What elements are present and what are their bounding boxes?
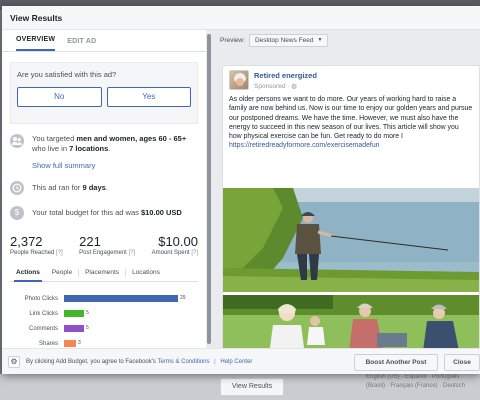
targeting-middle: who live in: [32, 144, 70, 153]
results-panel: OVERVIEW EDIT AD Are you satisfied with …: [2, 30, 206, 348]
chevron-down-icon: ▼: [317, 36, 323, 43]
preview-label: Preview:: [220, 36, 245, 44]
clock-icon: [10, 181, 24, 195]
scrollbar-thumb[interactable]: [207, 34, 211, 344]
people-reached-value: 2,372: [10, 234, 43, 249]
amount-spent-value: $10.00: [158, 234, 198, 249]
targeting-locations: 7 locations: [69, 144, 109, 153]
post-engagement-value: 221: [79, 234, 101, 249]
post-body: As older persons we want to do more. Our…: [223, 94, 479, 151]
bar-track: 29: [64, 295, 186, 302]
bar-track: 5: [64, 325, 182, 332]
footer-agreement-text: By clicking Add Budget, you agree to Fac…: [26, 358, 156, 365]
bar-track: 5: [64, 310, 182, 317]
bar-value-label: 3: [78, 340, 81, 346]
footer-separator: |: [214, 358, 216, 365]
bar-row: Link Clicks 5: [10, 307, 198, 320]
show-full-summary-link[interactable]: Show full summary: [32, 161, 206, 170]
bar-label: Comments: [28, 325, 58, 332]
page-name-link[interactable]: Retired energized: [254, 71, 317, 80]
satisfaction-question: Are you satisfied with this ad?: [17, 70, 117, 79]
fishing-photo[interactable]: [223, 188, 479, 292]
help-icon[interactable]: [?]: [191, 250, 198, 256]
yes-button[interactable]: Yes: [106, 87, 191, 107]
bar-value-label: 5: [86, 310, 89, 316]
amount-spent-label: Amount Spent: [151, 250, 190, 256]
bar: [64, 340, 76, 347]
bar-label: Link Clicks: [29, 310, 58, 317]
bar-label: Shares: [38, 340, 58, 347]
bar-label: Photo Clicks: [24, 295, 58, 302]
dialog-footer: ⚙ By clicking Add Budget, you agree to F…: [2, 348, 480, 374]
targeting-prefix: You targeted: [32, 134, 77, 143]
help-icon[interactable]: [?]: [129, 250, 136, 256]
bar-row: Photo Clicks 29: [10, 292, 198, 305]
budget-summary: $ Your total budget for this ad was $10.…: [10, 206, 198, 220]
bar: [64, 295, 178, 302]
preview-bar: Preview: Desktop News Feed ▼: [212, 30, 480, 50]
dollar-icon: $: [10, 206, 24, 220]
tab-placements[interactable]: Placements: [79, 268, 127, 277]
page-avatar[interactable]: [229, 70, 249, 90]
targeting-summary: You targeted men and women, ages 60 - 65…: [10, 134, 198, 154]
globe-icon: ◍: [291, 82, 297, 90]
duration-summary: This ad ran for 9 days.: [10, 181, 198, 195]
background-language-links[interactable]: English (US) · Español · Português (Bras…: [366, 373, 480, 391]
bar: [64, 325, 84, 332]
sponsored-text: Sponsored: [254, 82, 286, 90]
picnic-photo[interactable]: [223, 295, 479, 348]
bar-row: Comments 5: [10, 322, 198, 335]
no-button[interactable]: No: [17, 87, 102, 107]
tab-overview[interactable]: OVERVIEW: [16, 36, 56, 51]
tab-edit-ad[interactable]: EDIT AD: [67, 38, 96, 51]
post-header: Retired energized Sponsored · ◍: [223, 66, 479, 94]
ad-preview-panel: Preview: Desktop News Feed ▼ Retired ene…: [212, 30, 480, 348]
tab-actions[interactable]: Actions: [10, 269, 46, 282]
sponsored-label: Sponsored · ◍: [254, 82, 297, 90]
dialog-tabs: OVERVIEW EDIT AD: [2, 30, 206, 52]
background-view-results-button[interactable]: View Results: [220, 378, 284, 396]
results-tabs: Actions People Placements Locations: [10, 264, 198, 282]
people-icon: [10, 134, 24, 148]
post-body-text: As older persons we want to do more. Our…: [229, 96, 473, 141]
bar-track: 3: [64, 340, 182, 347]
help-icon[interactable]: [?]: [56, 250, 63, 256]
dialog-header: View Results: [2, 6, 480, 30]
bar-value-label: 29: [180, 295, 186, 301]
bar-value-label: 5: [86, 325, 89, 331]
budget-prefix: Your total budget for this ad was: [32, 208, 141, 217]
gear-icon[interactable]: ⚙: [8, 355, 20, 368]
view-results-dialog: View Results OVERVIEW EDIT AD Are you sa…: [2, 6, 480, 374]
boost-another-post-button[interactable]: Boost Another Post: [354, 354, 438, 371]
dialog-title: View Results: [10, 12, 63, 23]
duration-prefix: This ad ran for: [32, 183, 83, 192]
placement-selected-value: Desktop News Feed: [254, 36, 314, 44]
actions-bar-chart: Photo Clicks 29 Link Clicks 5 Comments 5 Share…: [10, 292, 198, 348]
help-center-link[interactable]: Help Center: [220, 359, 252, 365]
post-link[interactable]: https://retiredreadyformore.com/exercise…: [229, 141, 473, 150]
people-reached-label: People Reached: [10, 250, 55, 256]
duration-suffix: .: [105, 183, 108, 192]
results-stats: 2,372 People Reached [?] 221 Post Engage…: [10, 234, 198, 256]
budget-amount: $10.00 USD: [140, 208, 182, 217]
targeting-audience: men and women, ages 60 - 65+: [76, 134, 187, 143]
post-engagement-label: Post Engagement: [79, 250, 127, 256]
ad-post-preview: Retired energized Sponsored · ◍ As older…: [222, 65, 480, 348]
footer-text: By clicking Add Budget, you agree to Fac…: [26, 359, 252, 365]
tab-locations[interactable]: Locations: [126, 269, 166, 277]
terms-link[interactable]: Terms & Conditions: [157, 359, 209, 365]
tab-people[interactable]: People: [46, 268, 80, 277]
close-button[interactable]: Close: [444, 354, 480, 371]
amount-spent-stat: $10.00 Amount Spent [?]: [152, 234, 198, 256]
targeting-suffix: .: [108, 144, 111, 153]
satisfaction-box: Are you satisfied with this ad? No Yes: [10, 62, 198, 124]
bar: [64, 310, 84, 317]
post-engagement-stat: 221 Post Engagement [?]: [79, 234, 135, 256]
people-reached-stat: 2,372 People Reached [?]: [10, 234, 63, 256]
bar-row: Shares 3: [10, 337, 198, 348]
placement-select[interactable]: Desktop News Feed ▼: [248, 33, 329, 47]
duration-days: 9 days: [82, 183, 106, 192]
